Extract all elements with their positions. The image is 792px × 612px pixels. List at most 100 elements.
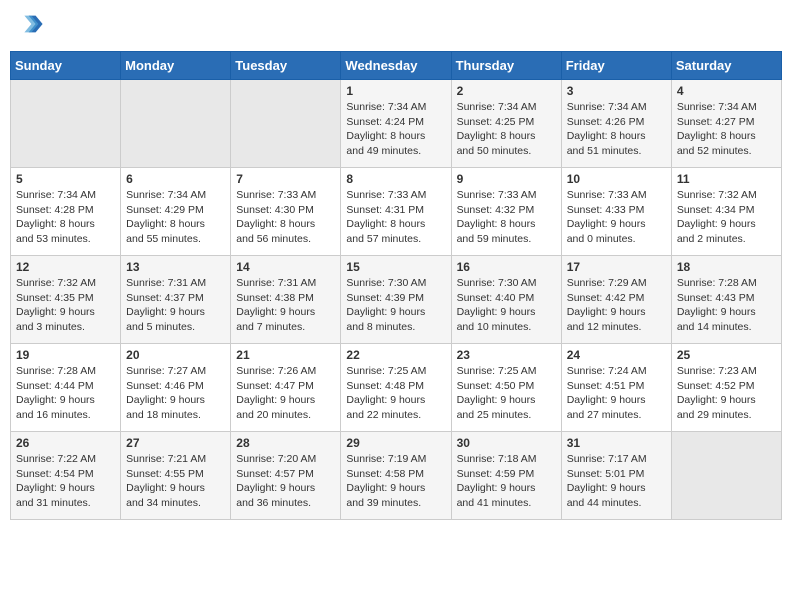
day-info: Sunrise: 7:29 AM Sunset: 4:42 PM Dayligh… (567, 276, 666, 335)
calendar-cell: 19 Sunrise: 7:28 AM Sunset: 4:44 PM Dayli… (11, 344, 121, 432)
day-info: Sunrise: 7:25 AM Sunset: 4:50 PM Dayligh… (457, 364, 556, 423)
calendar-cell: 31Sunrise: 7:17 AM Sunset: 5:01 PM Dayli… (561, 432, 671, 520)
day-number: 29 (346, 436, 445, 450)
day-number: 12 (16, 260, 115, 274)
calendar-cell: 21Sunrise: 7:26 AM Sunset: 4:47 PM Dayli… (231, 344, 341, 432)
day-number: 17 (567, 260, 666, 274)
calendar-cell: 1 Sunrise: 7:34 AM Sunset: 4:24 PM Daylig… (341, 80, 451, 168)
weekday-header-tuesday: Tuesday (231, 52, 341, 80)
day-number: 8 (346, 172, 445, 186)
day-info: Sunrise: 7:19 AM Sunset: 4:58 PM Dayligh… (346, 452, 445, 511)
calendar-table: SundayMondayTuesdayWednesdayThursdayFrid… (10, 51, 782, 520)
weekday-header-sunday: Sunday (11, 52, 121, 80)
day-number: 9 (457, 172, 556, 186)
calendar-cell: 2 Sunrise: 7:34 AM Sunset: 4:25 PM Daylig… (451, 80, 561, 168)
calendar-cell: 25 Sunrise: 7:23 AM Sunset: 4:52 PM Dayli… (671, 344, 781, 432)
day-info: Sunrise: 7:31 AM Sunset: 4:38 PM Dayligh… (236, 276, 335, 335)
calendar-cell: 5 Sunrise: 7:34 AM Sunset: 4:28 PM Daylig… (11, 168, 121, 256)
calendar-cell: 8 Sunrise: 7:33 AM Sunset: 4:31 PM Daylig… (341, 168, 451, 256)
day-info: Sunrise: 7:33 AM Sunset: 4:30 PM Dayligh… (236, 188, 335, 247)
day-number: 22 (346, 348, 445, 362)
day-info: Sunrise: 7:17 AM Sunset: 5:01 PM Dayligh… (567, 452, 666, 511)
day-info: Sunrise: 7:34 AM Sunset: 4:24 PM Dayligh… (346, 100, 445, 159)
day-number: 18 (677, 260, 776, 274)
day-info: Sunrise: 7:20 AM Sunset: 4:57 PM Dayligh… (236, 452, 335, 511)
calendar-cell (121, 80, 231, 168)
calendar-cell: 16 Sunrise: 7:30 AM Sunset: 4:40 PM Dayli… (451, 256, 561, 344)
day-number: 24 (567, 348, 666, 362)
day-number: 15 (346, 260, 445, 274)
day-info: Sunrise: 7:25 AM Sunset: 4:48 PM Dayligh… (346, 364, 445, 423)
day-info: Sunrise: 7:24 AM Sunset: 4:51 PM Dayligh… (567, 364, 666, 423)
logo-icon (16, 10, 44, 38)
day-number: 23 (457, 348, 556, 362)
day-info: Sunrise: 7:33 AM Sunset: 4:33 PM Dayligh… (567, 188, 666, 247)
day-number: 28 (236, 436, 335, 450)
day-number: 6 (126, 172, 225, 186)
day-info: Sunrise: 7:27 AM Sunset: 4:46 PM Dayligh… (126, 364, 225, 423)
calendar-cell (231, 80, 341, 168)
calendar-cell: 6 Sunrise: 7:34 AM Sunset: 4:29 PM Daylig… (121, 168, 231, 256)
calendar-cell (11, 80, 121, 168)
day-number: 10 (567, 172, 666, 186)
calendar-cell: 10 Sunrise: 7:33 AM Sunset: 4:33 PM Dayli… (561, 168, 671, 256)
day-number: 5 (16, 172, 115, 186)
day-number: 3 (567, 84, 666, 98)
day-info: Sunrise: 7:30 AM Sunset: 4:40 PM Dayligh… (457, 276, 556, 335)
calendar-cell: 24 Sunrise: 7:24 AM Sunset: 4:51 PM Dayli… (561, 344, 671, 432)
day-info: Sunrise: 7:30 AM Sunset: 4:39 PM Dayligh… (346, 276, 445, 335)
weekday-header-saturday: Saturday (671, 52, 781, 80)
day-info: Sunrise: 7:32 AM Sunset: 4:34 PM Dayligh… (677, 188, 776, 247)
calendar-cell: 3Sunrise: 7:34 AM Sunset: 4:26 PM Daylig… (561, 80, 671, 168)
day-info: Sunrise: 7:28 AM Sunset: 4:43 PM Dayligh… (677, 276, 776, 335)
calendar-cell: 17 Sunrise: 7:29 AM Sunset: 4:42 PM Dayli… (561, 256, 671, 344)
day-number: 26 (16, 436, 115, 450)
day-info: Sunrise: 7:26 AM Sunset: 4:47 PM Dayligh… (236, 364, 335, 423)
day-info: Sunrise: 7:18 AM Sunset: 4:59 PM Dayligh… (457, 452, 556, 511)
day-info: Sunrise: 7:34 AM Sunset: 4:25 PM Dayligh… (457, 100, 556, 159)
calendar-cell: 14 Sunrise: 7:31 AM Sunset: 4:38 PM Dayli… (231, 256, 341, 344)
day-info: Sunrise: 7:34 AM Sunset: 4:27 PM Dayligh… (677, 100, 776, 159)
calendar-cell: 28 Sunrise: 7:20 AM Sunset: 4:57 PM Dayli… (231, 432, 341, 520)
logo (14, 10, 44, 43)
day-info: Sunrise: 7:22 AM Sunset: 4:54 PM Dayligh… (16, 452, 115, 511)
day-info: Sunrise: 7:33 AM Sunset: 4:32 PM Dayligh… (457, 188, 556, 247)
calendar-cell: 4 Sunrise: 7:34 AM Sunset: 4:27 PM Daylig… (671, 80, 781, 168)
day-number: 11 (677, 172, 776, 186)
weekday-header-wednesday: Wednesday (341, 52, 451, 80)
calendar-cell: 27 Sunrise: 7:21 AM Sunset: 4:55 PM Dayli… (121, 432, 231, 520)
day-info: Sunrise: 7:33 AM Sunset: 4:31 PM Dayligh… (346, 188, 445, 247)
day-number: 19 (16, 348, 115, 362)
day-info: Sunrise: 7:23 AM Sunset: 4:52 PM Dayligh… (677, 364, 776, 423)
day-number: 20 (126, 348, 225, 362)
calendar-cell: 7 Sunrise: 7:33 AM Sunset: 4:30 PM Daylig… (231, 168, 341, 256)
day-info: Sunrise: 7:21 AM Sunset: 4:55 PM Dayligh… (126, 452, 225, 511)
calendar-cell (671, 432, 781, 520)
day-number: 16 (457, 260, 556, 274)
day-info: Sunrise: 7:34 AM Sunset: 4:29 PM Dayligh… (126, 188, 225, 247)
day-number: 1 (346, 84, 445, 98)
calendar-cell: 22 Sunrise: 7:25 AM Sunset: 4:48 PM Dayli… (341, 344, 451, 432)
day-info: Sunrise: 7:28 AM Sunset: 4:44 PM Dayligh… (16, 364, 115, 423)
day-info: Sunrise: 7:31 AM Sunset: 4:37 PM Dayligh… (126, 276, 225, 335)
day-number: 25 (677, 348, 776, 362)
calendar-cell: 23 Sunrise: 7:25 AM Sunset: 4:50 PM Dayli… (451, 344, 561, 432)
calendar-cell: 13 Sunrise: 7:31 AM Sunset: 4:37 PM Dayli… (121, 256, 231, 344)
calendar-cell: 9 Sunrise: 7:33 AM Sunset: 4:32 PM Daylig… (451, 168, 561, 256)
weekday-header-friday: Friday (561, 52, 671, 80)
calendar-cell: 20 Sunrise: 7:27 AM Sunset: 4:46 PM Dayli… (121, 344, 231, 432)
day-number: 14 (236, 260, 335, 274)
day-number: 7 (236, 172, 335, 186)
calendar-cell: 15 Sunrise: 7:30 AM Sunset: 4:39 PM Dayli… (341, 256, 451, 344)
calendar-cell: 30Sunrise: 7:18 AM Sunset: 4:59 PM Dayli… (451, 432, 561, 520)
day-info: Sunrise: 7:34 AM Sunset: 4:28 PM Dayligh… (16, 188, 115, 247)
weekday-header-thursday: Thursday (451, 52, 561, 80)
page-header (10, 10, 782, 43)
day-number: 27 (126, 436, 225, 450)
day-number: 2 (457, 84, 556, 98)
day-number: 4 (677, 84, 776, 98)
calendar-cell: 18 Sunrise: 7:28 AM Sunset: 4:43 PM Dayli… (671, 256, 781, 344)
calendar-cell: 26 Sunrise: 7:22 AM Sunset: 4:54 PM Dayli… (11, 432, 121, 520)
day-info: Sunrise: 7:32 AM Sunset: 4:35 PM Dayligh… (16, 276, 115, 335)
day-number: 13 (126, 260, 225, 274)
